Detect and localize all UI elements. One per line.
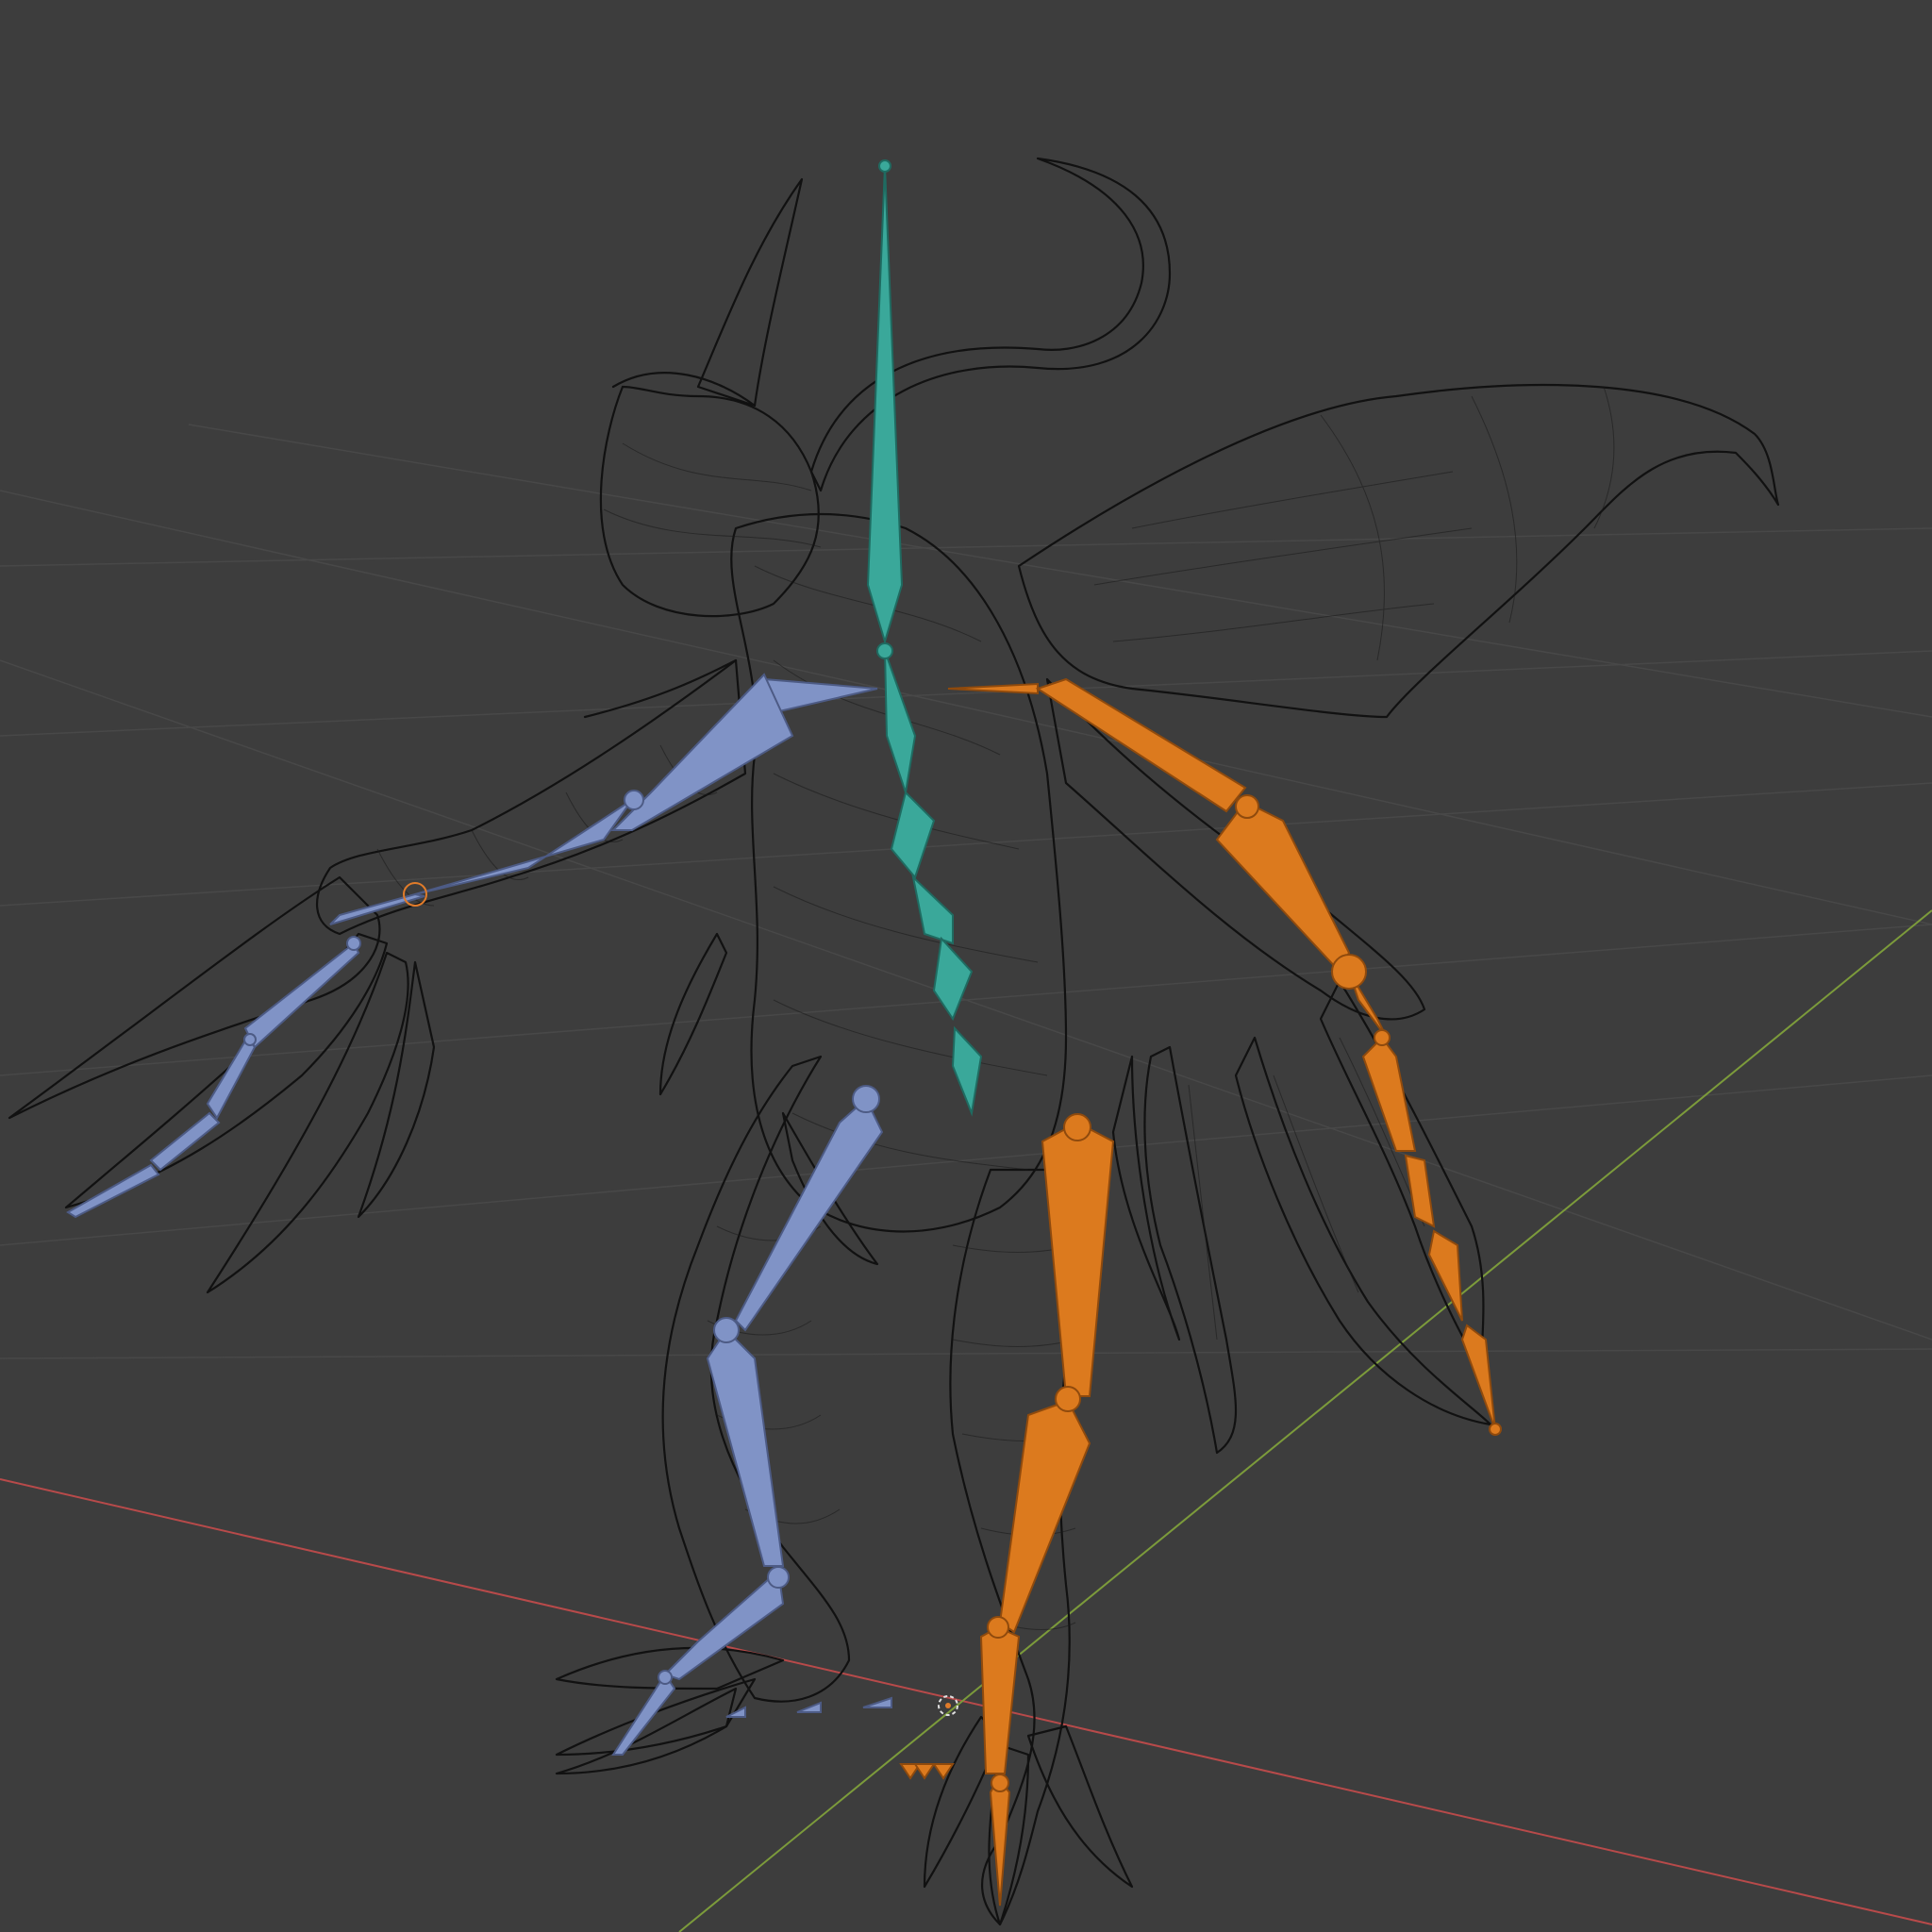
bone-left-elbow-joint[interactable] [624, 790, 644, 810]
bone-right-fingertip-joint[interactable] [1489, 1423, 1502, 1436]
bone-left-forearm-2[interactable] [329, 892, 425, 925]
bone-right-ik-2[interactable] [913, 1763, 936, 1780]
bone-left-wrist-joint[interactable] [346, 936, 361, 951]
y-axis-line [678, 909, 1932, 1932]
bone-left-foot[interactable] [663, 1569, 785, 1681]
left-arm-bone-chain[interactable] [66, 673, 878, 1219]
viewport-canvas[interactable] [0, 0, 1932, 1932]
bone-right-forearm[interactable] [1215, 800, 1351, 974]
right-arm-bone-chain[interactable] [947, 677, 1502, 1436]
bone-left-finger-1[interactable] [206, 1036, 257, 1120]
bone-spine-lower[interactable] [951, 1025, 983, 1117]
bone-right-shin[interactable] [998, 1399, 1091, 1634]
bone-spine-mid-1[interactable] [890, 791, 936, 880]
bone-left-shin[interactable] [706, 1328, 785, 1567]
bone-left-forearm[interactable] [414, 799, 633, 895]
bone-neck[interactable] [866, 165, 904, 645]
x-axis-line [0, 1478, 1932, 1925]
bone-left-hip-joint[interactable] [852, 1085, 880, 1113]
bone-neck-joint[interactable] [876, 642, 893, 659]
bone-right-hand[interactable] [1361, 1036, 1417, 1152]
bone-spine-mid-2[interactable] [911, 874, 954, 945]
bone-left-finger-2[interactable] [149, 1111, 221, 1172]
bone-spine-mid-3[interactable] [932, 936, 974, 1022]
bone-right-wrist-joint[interactable] [1331, 954, 1367, 990]
bone-left-finger-joint[interactable] [243, 1033, 257, 1046]
bone-left-knee-joint[interactable] [713, 1317, 740, 1343]
bone-right-knee-joint[interactable] [1055, 1386, 1081, 1412]
bone-right-foot[interactable] [979, 1625, 1021, 1774]
bone-right-hand-joint[interactable] [1374, 1029, 1391, 1046]
bone-right-toe[interactable] [989, 1776, 1011, 1907]
bone-right-hip-joint[interactable] [1063, 1113, 1091, 1141]
bone-right-ankle-joint[interactable] [987, 1616, 1009, 1639]
bone-left-toe-joint[interactable] [658, 1670, 673, 1685]
bone-spine-upper[interactable] [884, 650, 917, 793]
3d-viewport[interactable] [0, 0, 1932, 1932]
right-leg-bone-chain[interactable] [899, 1113, 1115, 1907]
spine-bone-chain[interactable] [866, 159, 983, 1117]
bone-right-shoulder[interactable] [947, 682, 1039, 695]
bone-right-thigh[interactable] [1041, 1121, 1115, 1397]
bone-left-ik-3[interactable] [862, 1696, 892, 1708]
bone-left-ankle-joint[interactable] [767, 1566, 790, 1589]
floor-grid [0, 424, 1932, 1359]
bone-right-toe-joint[interactable] [991, 1774, 1009, 1792]
bone-left-ik-2[interactable] [796, 1701, 822, 1713]
bone-right-finger-1[interactable] [1404, 1154, 1436, 1228]
bone-left-finger-3[interactable] [66, 1163, 160, 1219]
bone-left-thigh[interactable] [734, 1097, 884, 1332]
bone-head-joint[interactable] [878, 159, 891, 173]
bone-right-elbow-joint[interactable] [1235, 794, 1259, 819]
